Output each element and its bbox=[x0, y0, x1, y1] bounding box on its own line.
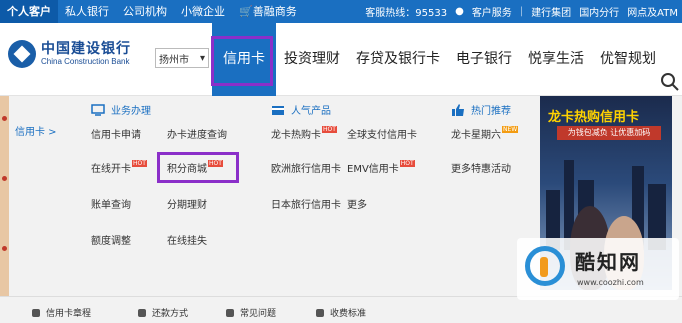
top-bar: 个人客户 私人银行 公司机构 小微企业 🛒善融商务 客服热线：95533 ● 客… bbox=[0, 0, 682, 23]
service-icon: ● bbox=[455, 6, 464, 17]
nav-lifestyle[interactable]: 悦享生活 bbox=[520, 23, 592, 96]
cart-icon: 🛒 bbox=[239, 5, 253, 18]
menu-side-label[interactable]: 信用卡 > bbox=[15, 123, 57, 138]
link-emv[interactable]: EMV信用卡HOT bbox=[347, 160, 415, 175]
network-atm-link[interactable]: 网点及ATM bbox=[623, 4, 682, 19]
monitor-icon bbox=[91, 103, 105, 116]
link-hot-card-label: 龙卡热购卡 bbox=[271, 130, 321, 141]
link-global-pay[interactable]: 全球支付信用卡 bbox=[347, 126, 417, 141]
watermark-url: www.coozhi.com bbox=[577, 278, 644, 287]
main-header: 中国建设银行 China Construction Bank 扬州市 ▾ 信用卡… bbox=[0, 23, 682, 96]
info-icon bbox=[138, 308, 146, 317]
fee-icon bbox=[316, 308, 324, 317]
thumbs-up-icon bbox=[452, 103, 464, 116]
link-limit[interactable]: 额度调整 bbox=[91, 232, 131, 247]
customer-service-link[interactable]: 客户服务 bbox=[468, 4, 516, 19]
question-icon bbox=[226, 308, 234, 317]
promo-title: 龙卡热购信用卡 bbox=[548, 110, 640, 125]
bank-logo[interactable]: 中国建设银行 China Construction Bank bbox=[8, 40, 131, 68]
link-saturday[interactable]: 龙卡星期六NEW bbox=[451, 126, 519, 141]
nav-investment[interactable]: 投资理财 bbox=[276, 23, 348, 96]
nav-deposit-loan[interactable]: 存贷及银行卡 bbox=[348, 23, 448, 96]
nav-private-banking[interactable]: 私人银行 bbox=[58, 0, 116, 23]
link-more[interactable]: 更多 bbox=[347, 196, 367, 211]
link-bill[interactable]: 账单查询 bbox=[91, 196, 131, 211]
popular-title-label: 人气产品 bbox=[291, 106, 331, 117]
popular-title: 人气产品 bbox=[271, 102, 331, 117]
chevron-down-icon: ▾ bbox=[199, 52, 205, 64]
nav-e-banking[interactable]: 电子银行 bbox=[448, 23, 520, 96]
business-title: 业务办理 bbox=[91, 102, 151, 117]
quick-link-label: 信用卡章程 bbox=[46, 309, 92, 319]
quick-link-label: 常见问题 bbox=[240, 309, 277, 319]
customer-type-nav: 个人客户 私人银行 公司机构 小微企业 🛒善融商务 bbox=[0, 0, 304, 23]
recommend-title-label: 热门推荐 bbox=[471, 106, 511, 117]
link-saturday-label: 龙卡星期六 bbox=[451, 130, 501, 141]
hot-badge: HOT bbox=[322, 126, 337, 133]
nav-personal[interactable]: 个人客户 bbox=[0, 0, 58, 23]
link-europe[interactable]: 欧洲旅行信用卡 bbox=[271, 160, 341, 175]
link-offers[interactable]: 更多特惠活动 bbox=[451, 160, 511, 175]
link-installment[interactable]: 分期理财 bbox=[167, 196, 207, 211]
ccb-logo-icon bbox=[8, 40, 36, 68]
city-select[interactable]: 扬州市 ▾ bbox=[155, 48, 209, 68]
points-mall-highlight-box bbox=[157, 152, 239, 183]
search-icon[interactable] bbox=[660, 72, 680, 92]
quick-link-faq[interactable]: 常见问题 bbox=[226, 306, 276, 319]
group-link[interactable]: 建行集团 bbox=[527, 4, 575, 19]
quick-link-label: 还款方式 bbox=[152, 309, 189, 319]
link-progress[interactable]: 办卡进度查询 bbox=[167, 126, 227, 141]
promo-subtitle: 为钱包减负 让优惠加码 bbox=[557, 126, 661, 140]
card-icon bbox=[272, 105, 284, 115]
credit-card-highlight-box bbox=[211, 36, 273, 86]
nav-small-business[interactable]: 小微企业 bbox=[174, 0, 232, 23]
link-apply[interactable]: 信用卡申请 bbox=[91, 126, 141, 141]
quick-link-repayment[interactable]: 还款方式 bbox=[138, 306, 188, 319]
hot-badge: HOT bbox=[399, 160, 415, 167]
watermark: 酷知网 www.coozhi.com bbox=[517, 238, 679, 300]
logo-chinese: 中国建设银行 bbox=[41, 41, 131, 57]
decorative-strip bbox=[0, 96, 9, 296]
watermark-logo-icon bbox=[525, 246, 565, 286]
main-nav: 信用卡 投资理财 存贷及银行卡 电子银行 悦享生活 优智规划 bbox=[212, 23, 664, 96]
hot-badge: HOT bbox=[132, 160, 147, 167]
divider: | bbox=[519, 6, 524, 17]
nav-planning[interactable]: 优智规划 bbox=[592, 23, 664, 96]
hotline: 客服热线：95533 bbox=[365, 8, 448, 19]
link-activate-label: 在线开卡 bbox=[91, 164, 131, 175]
watermark-name: 酷知网 bbox=[575, 250, 641, 274]
recommend-title: 热门推荐 bbox=[451, 102, 511, 117]
link-emv-label: EMV信用卡 bbox=[347, 164, 399, 175]
top-utility-links: 客服热线：95533 ● 客户服务 | 建行集团 国内分行 网点及ATM bbox=[361, 0, 682, 23]
logo-english: China Construction Bank bbox=[41, 57, 130, 66]
link-report-loss[interactable]: 在线挂失 bbox=[167, 232, 207, 247]
link-activate[interactable]: 在线开卡HOT bbox=[91, 160, 147, 175]
new-badge: NEW bbox=[502, 126, 519, 133]
nav-e-commerce[interactable]: 🛒善融商务 bbox=[232, 0, 304, 23]
bottom-quick-links: 信用卡章程 还款方式 常见问题 收费标准 bbox=[0, 296, 682, 323]
business-title-label: 业务办理 bbox=[111, 106, 151, 117]
domestic-branches-link[interactable]: 国内分行 bbox=[575, 4, 623, 19]
quick-link-fees[interactable]: 收费标准 bbox=[316, 306, 366, 319]
link-japan[interactable]: 日本旅行信用卡 bbox=[271, 196, 341, 211]
link-hot-card[interactable]: 龙卡热购卡HOT bbox=[271, 126, 337, 141]
quick-link-charter[interactable]: 信用卡章程 bbox=[32, 306, 91, 319]
book-icon bbox=[32, 308, 40, 317]
quick-link-label: 收费标准 bbox=[330, 309, 367, 319]
nav-corporate[interactable]: 公司机构 bbox=[116, 0, 174, 23]
city-value: 扬州市 bbox=[159, 54, 189, 66]
nav-e-commerce-label: 善融商务 bbox=[252, 5, 297, 18]
